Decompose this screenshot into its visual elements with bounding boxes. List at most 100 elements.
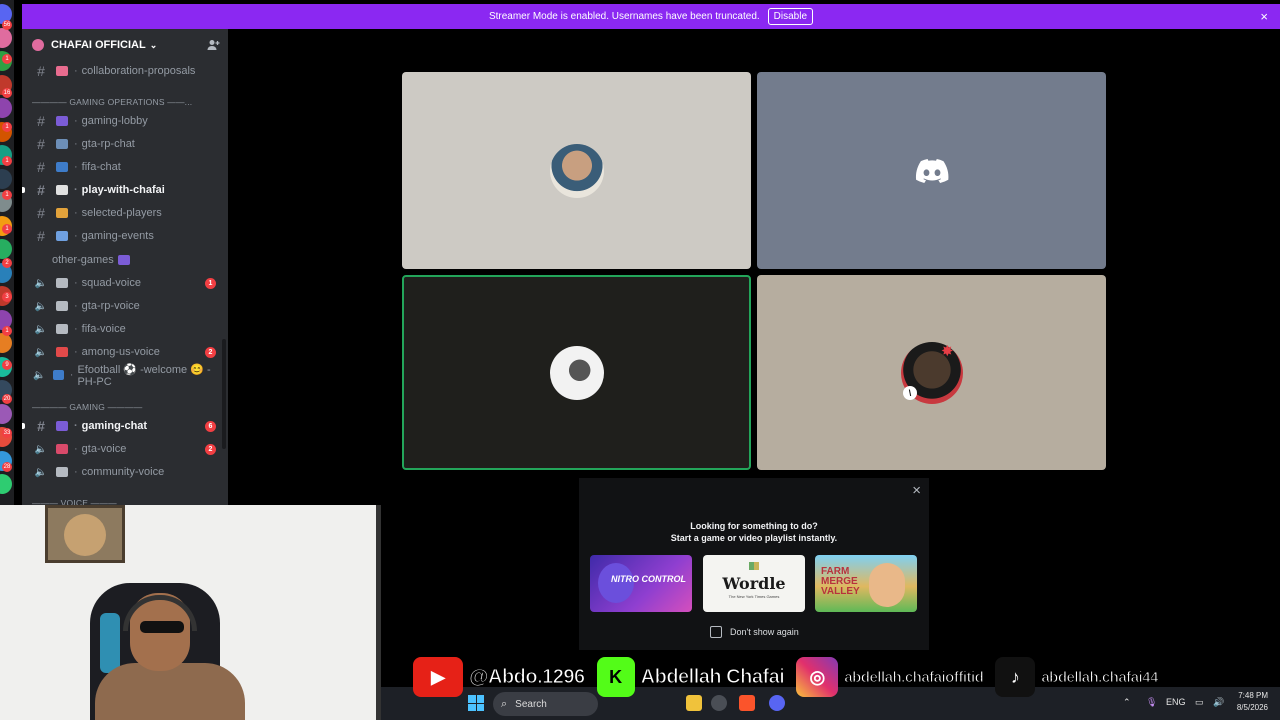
video-tile-speaking[interactable] [402,275,751,470]
channel-item[interactable]: # · fifa-chat [22,156,228,178]
sidebar-scrollbar[interactable] [222,339,226,449]
close-icon[interactable]: × [1260,9,1268,24]
unread-badge: 56 [2,20,12,30]
chevron-down-icon: ⌄ [149,39,158,50]
channel-item[interactable]: 🔈 · community-voice [22,461,228,483]
channel-name: play-with-chafai [81,184,165,196]
microphone-icon[interactable]: 🎙 [1146,697,1157,708]
checkbox-box[interactable] [710,626,722,638]
server-header[interactable]: CHAFAI OFFICIAL ⌄ [22,29,228,61]
channel-emoji-icon [56,66,68,76]
unread-indicator [22,187,25,193]
server-rail: 56 1 16 1 1 1 1 2 3 1 9 20 33 28 [0,0,14,505]
channel-name: fifa-chat [81,161,121,173]
channel-name: among-us-voice [81,346,160,358]
unread-badge: 1 [2,122,12,132]
separator-dot: · [74,420,78,432]
server-icon[interactable] [0,333,12,353]
server-icon[interactable] [0,403,12,424]
channel-name: selected-players [81,207,162,219]
instagram-icon: ◎ [796,657,839,697]
unread-badge: 1 [2,190,12,200]
dont-show-again-checkbox[interactable]: Don't show again [710,626,799,638]
game-title: FARM MERGE VALLEY [821,566,860,597]
channel-item[interactable]: # · gta-rp-chat [22,133,228,155]
channel-emoji-icon [56,421,68,431]
clock[interactable]: 7:48 PM 8/5/2026 [1237,690,1268,714]
instagram-handle: abdellah.chafaioffitid [844,668,985,686]
activity-suggestions-popup: × Looking for something to do? Start a g… [579,478,929,650]
video-tile[interactable] [402,72,751,269]
separator-dot: · [69,369,74,381]
channel-category[interactable]: ——— VOICE ——— [32,498,117,505]
channel-item[interactable]: # · gaming-chat 6 [22,415,228,437]
channel-emoji-icon [56,278,68,288]
channel-item[interactable]: 🔈 · gta-voice 2 [22,438,228,460]
youtube-icon: ▶ [413,657,463,697]
social-overlay: ▶ @Abdo.1296 K Abdellah Chafai ◎ abdella… [413,656,1170,698]
server-icon[interactable] [0,168,12,189]
hash-icon: # [37,113,45,129]
channel-item[interactable]: 🔈 · squad-voice 1 [22,272,228,294]
channel-item[interactable]: # · play-with-chafai [22,179,228,201]
channel-item[interactable]: # · collaboration-proposals [22,60,228,82]
server-icon[interactable] [0,474,12,494]
channel-category[interactable]: ———— GAMING OPERATIONS ——... [32,97,192,107]
channel-item[interactable]: 🔈 · among-us-voice 2 [22,341,228,363]
disable-button[interactable]: Disable [767,8,814,25]
channel-item[interactable]: 🔈 · Efootball ⚽ -welcome 😊 -PH-PC [22,363,228,388]
server-icon[interactable] [0,239,12,259]
separator-dot: · [74,65,78,77]
server-icon[interactable] [0,98,12,118]
game-card-nitro-control[interactable]: NITRO CONTROL [590,555,692,612]
mention-badge: 2 [205,443,216,455]
game-card-farm-merge-valley[interactable]: FARM MERGE VALLEY [815,555,917,612]
network-icon[interactable]: ▭ [1195,697,1204,708]
hash-icon: # [37,159,45,175]
channel-emoji-icon [56,444,68,454]
mention-badge: 1 [205,277,216,289]
channel-item[interactable]: 🔈 · gta-rp-voice [22,295,228,317]
video-tile[interactable] [757,72,1106,269]
separator-dot: · [74,277,78,289]
separator-dot: · [74,300,78,312]
mention-badge: 6 [205,420,216,432]
youtube-handle: @Abdo.1296 [469,665,586,688]
language-indicator[interactable]: ENG [1166,697,1186,707]
close-icon[interactable]: × [912,482,921,499]
channel-category[interactable]: ———— GAMING ———— [32,402,142,412]
server-name: CHAFAI OFFICIAL [51,39,146,51]
user-avatar [549,345,604,400]
channel-name: Efootball ⚽ -welcome 😊 -PH-PC [77,363,211,388]
channel-emoji-icon [56,139,68,149]
person-add-icon[interactable] [207,39,220,51]
search-label: Search [515,698,547,710]
channel-name: gta-rp-voice [81,300,140,312]
channel-item[interactable]: # · gaming-events [22,225,228,247]
server-icon[interactable] [0,27,12,48]
screen: 56 1 16 1 1 1 1 2 3 1 9 20 33 28 Streamer Mode is ena… [0,0,1280,720]
hash-icon: # [37,418,45,434]
speaker-icon: 🔈 [34,300,48,312]
channel-name: other-games [52,254,114,266]
unread-badge: 1 [2,224,12,234]
server-icon [32,39,44,51]
tray-chevron-icon[interactable]: ⌃ [1123,697,1131,708]
volume-icon[interactable]: 🔊 [1213,697,1224,708]
channel-item[interactable]: # · gaming-lobby [22,110,228,132]
channel-item[interactable]: # · selected-players [22,202,228,224]
video-tile[interactable]: ✸ \ [757,275,1106,470]
channel-item[interactable]: other-games [22,249,228,271]
game-title: Wordle [722,574,786,593]
game-card-wordle[interactable]: Wordle The New York Times Games [703,555,805,612]
channel-emoji-icon [56,162,68,172]
separator-dot: · [74,138,78,150]
separator-dot: · [74,161,78,173]
channel-emoji-icon [56,301,68,311]
speaker-icon: 🔈 [34,323,48,335]
channel-item[interactable]: 🔈 · fifa-voice [22,318,228,340]
speaker-icon: 🔈 [34,443,48,455]
banner-message: Streamer Mode is enabled. Usernames have… [488,11,760,22]
separator-dot: · [74,207,78,219]
unread-indicator [22,423,25,429]
